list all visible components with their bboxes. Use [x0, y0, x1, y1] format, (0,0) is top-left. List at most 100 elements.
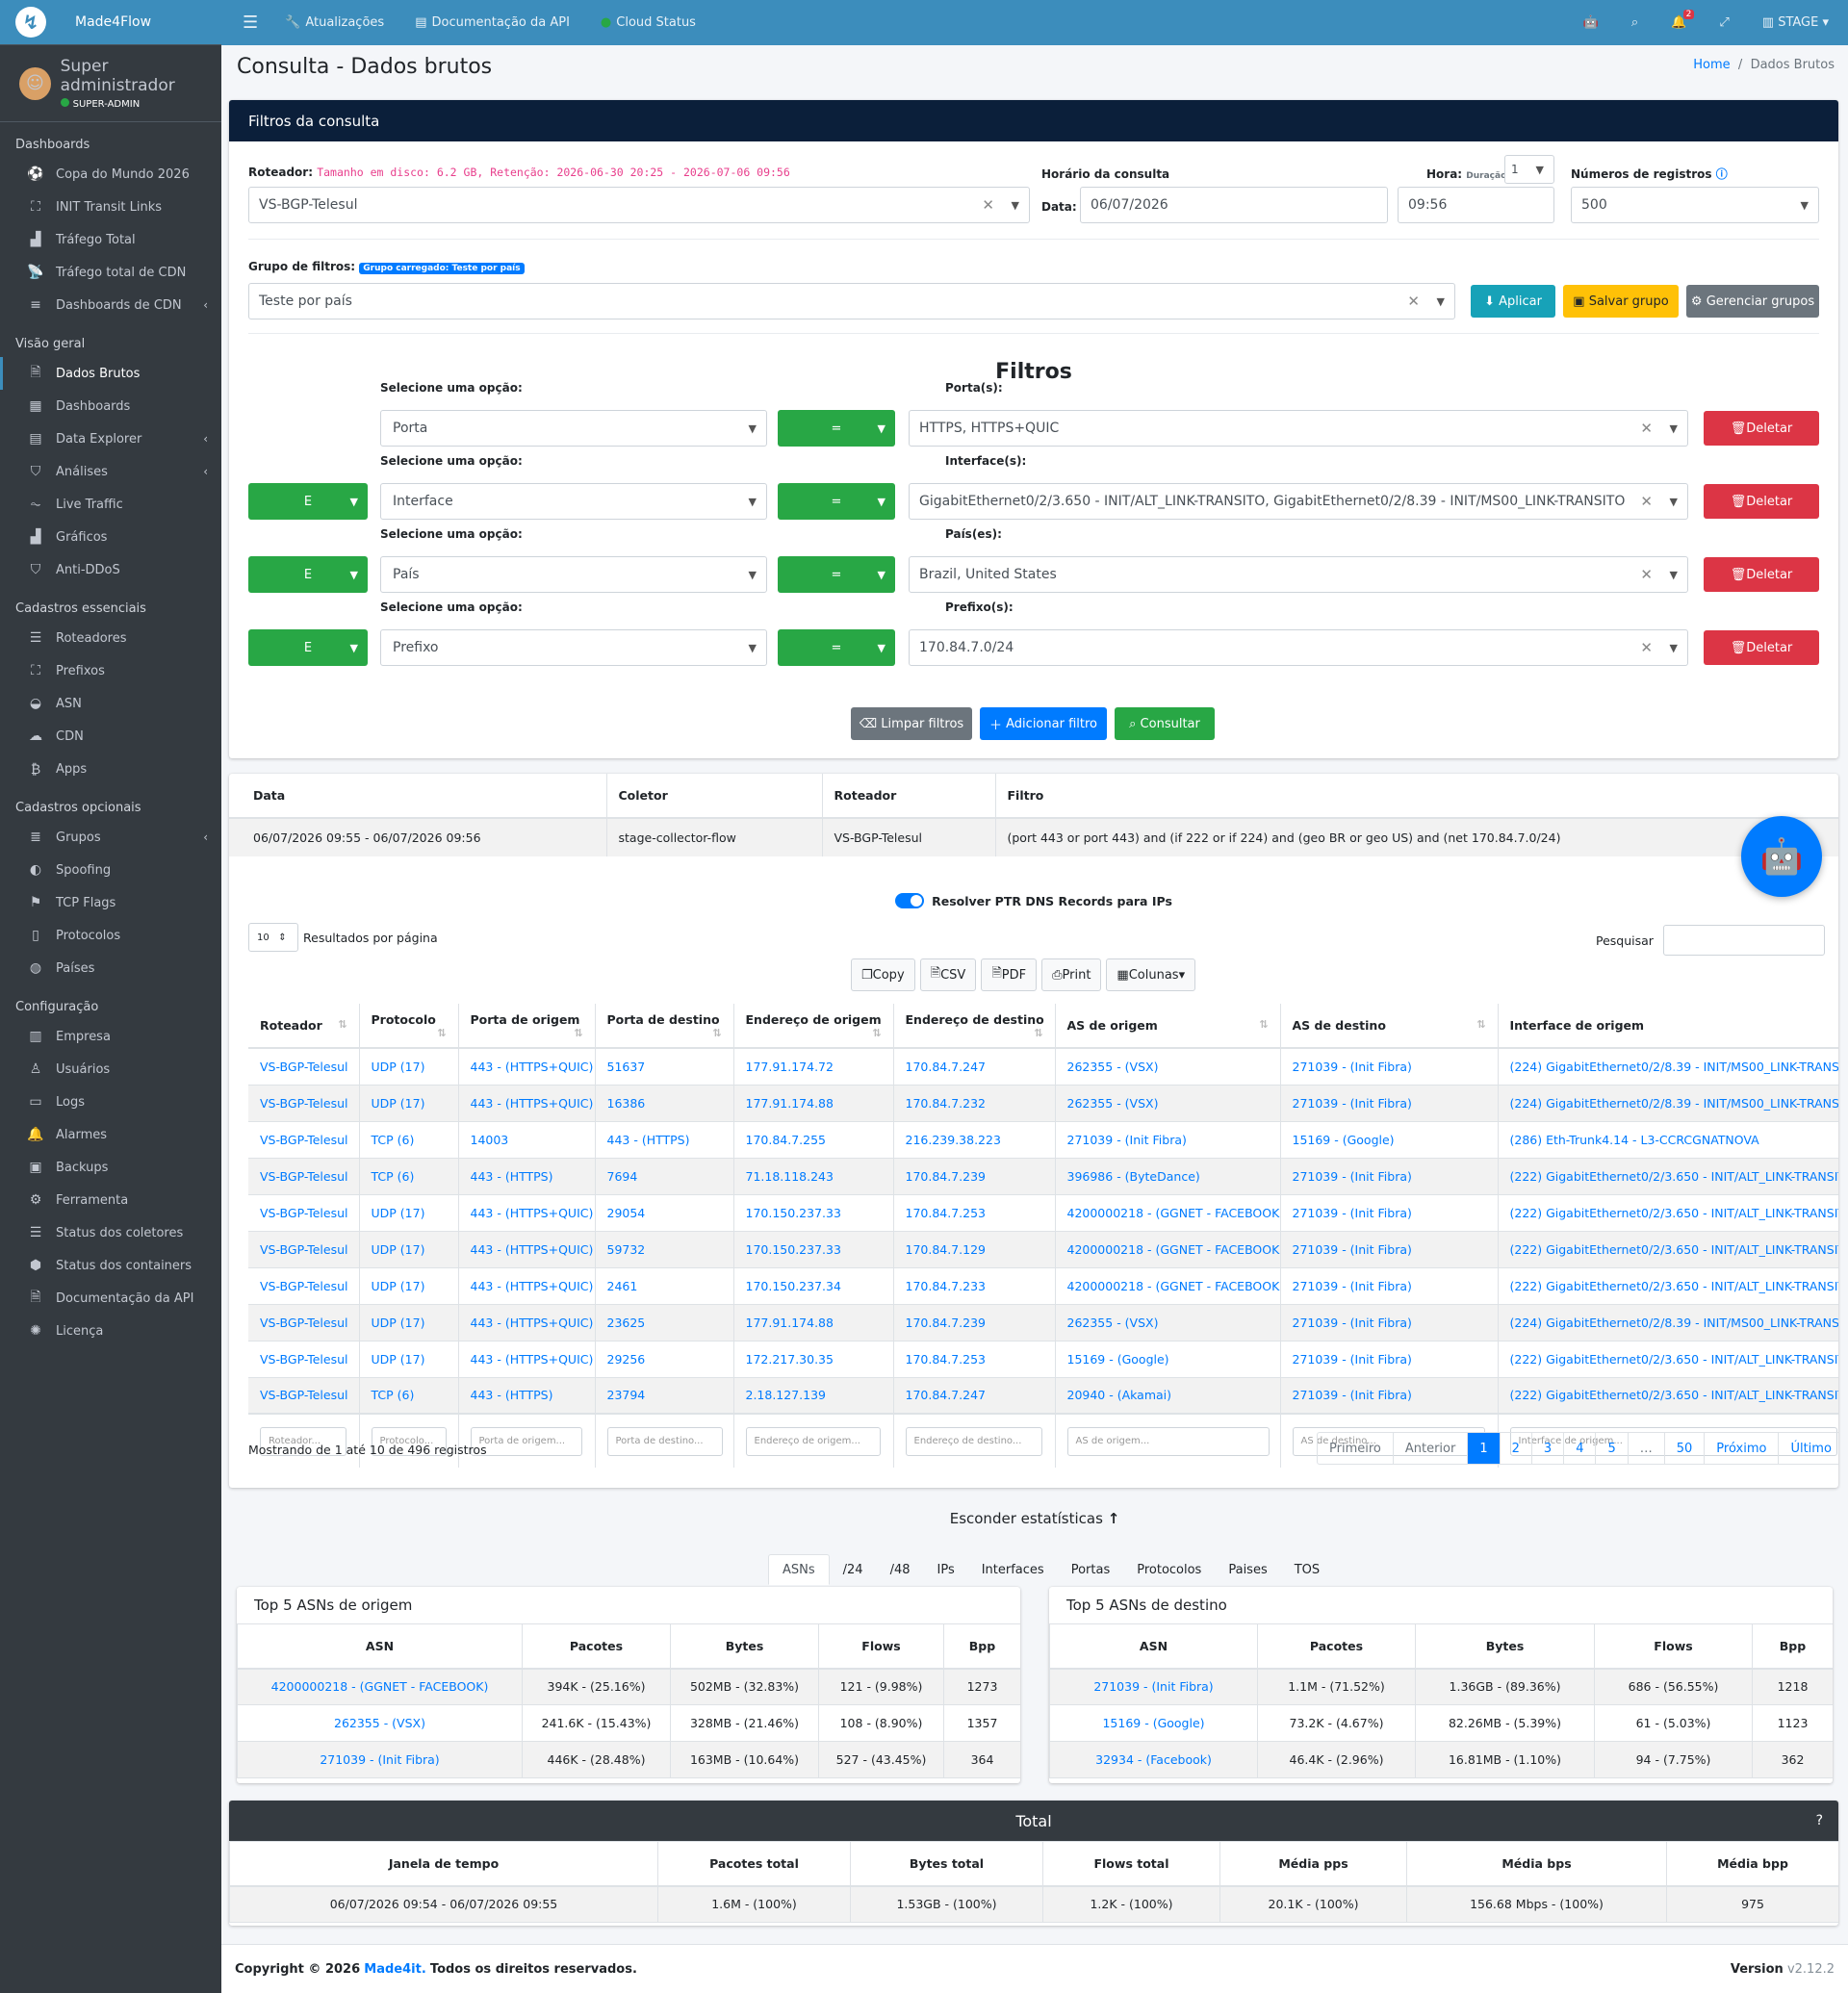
- table-cell-link[interactable]: VS-BGP-Telesul: [248, 1266, 360, 1304]
- sidebar-item[interactable]: ⛶ Prefixos: [0, 654, 221, 687]
- table-cell-link[interactable]: (224) GigabitEthernet0/2/8.39 - INIT/MS0…: [1498, 1084, 1838, 1121]
- table-cell-link[interactable]: VS-BGP-Telesul: [248, 1084, 360, 1121]
- table-cell-link[interactable]: 177.91.174.88: [733, 1303, 894, 1341]
- stats-tab[interactable]: Protocolos: [1123, 1554, 1215, 1585]
- sidebar-item[interactable]: ₿ Apps: [0, 753, 221, 785]
- table-cell-link[interactable]: 271039 - (Init Fibra): [1280, 1157, 1499, 1194]
- table-cell-link[interactable]: 170.150.237.34: [733, 1266, 894, 1304]
- table-cell-link[interactable]: (286) Eth-Trunk4.14 - L3-CCRCGNATNOVA: [1498, 1120, 1838, 1158]
- column-header[interactable]: Porta de destino ⇅: [595, 1004, 734, 1049]
- date-input[interactable]: 06/07/2026: [1080, 187, 1388, 223]
- table-cell-link[interactable]: 170.84.7.129: [893, 1230, 1056, 1267]
- query-button[interactable]: ⌕ Consultar: [1115, 707, 1215, 740]
- help-icon[interactable]: ?: [1816, 1813, 1823, 1828]
- clear-filters-button[interactable]: ⌫ Limpar filtros: [851, 707, 972, 740]
- table-cell-link[interactable]: 177.91.174.88: [733, 1084, 894, 1121]
- stats-toggle[interactable]: Esconder estatísticas ↑: [221, 1510, 1848, 1527]
- table-cell-link[interactable]: UDP (17): [359, 1230, 459, 1267]
- asn-link[interactable]: 15169 - (Google): [1102, 1716, 1204, 1730]
- sidebar-item[interactable]: ▤ Data Explorer ‹: [0, 422, 221, 455]
- table-cell-link[interactable]: 271039 - (Init Fibra): [1280, 1193, 1499, 1231]
- group-select[interactable]: Teste por país ✕ ▼: [248, 283, 1455, 319]
- stats-tab[interactable]: /48: [877, 1554, 924, 1585]
- value-select[interactable]: HTTPS, HTTPS+QUIC ✕ ▼: [909, 410, 1688, 447]
- page-link[interactable]: 2: [1501, 1433, 1532, 1464]
- asn-link[interactable]: 262355 - (VSX): [334, 1716, 425, 1730]
- column-filter-input[interactable]: Porta de destino...: [606, 1426, 723, 1456]
- table-cell-link[interactable]: UDP (17): [359, 1084, 459, 1121]
- table-cell-link[interactable]: 29054: [595, 1193, 734, 1231]
- sidebar-item[interactable]: ▦ Dashboards: [0, 390, 221, 422]
- page-link[interactable]: Próximo: [1705, 1433, 1780, 1464]
- stats-tab[interactable]: IPs: [924, 1554, 968, 1585]
- sidebar-item[interactable]: ♙ Usuários: [0, 1053, 221, 1086]
- table-cell-link[interactable]: 443 - (HTTPS+QUIC): [458, 1303, 596, 1341]
- ptr-toggle[interactable]: [895, 893, 925, 908]
- sidebar-item[interactable]: ◍ Países: [0, 952, 221, 984]
- page-link[interactable]: Primeiro: [1318, 1433, 1394, 1464]
- table-cell-link[interactable]: 216.239.38.223: [893, 1120, 1056, 1158]
- table-cell-link[interactable]: UDP (17): [359, 1193, 459, 1231]
- table-cell-link[interactable]: 170.84.7.255: [733, 1120, 894, 1158]
- table-cell-link[interactable]: 262355 - (VSX): [1055, 1084, 1281, 1121]
- page-link[interactable]: 5: [1596, 1433, 1629, 1464]
- table-cell-link[interactable]: UDP (17): [359, 1047, 459, 1085]
- value-select[interactable]: Brazil, United States ✕ ▼: [909, 556, 1688, 593]
- table-cell-link[interactable]: VS-BGP-Telesul: [248, 1340, 360, 1377]
- table-cell-link[interactable]: 443 - (HTTPS+QUIC): [458, 1047, 596, 1085]
- table-cell-link[interactable]: VS-BGP-Telesul: [248, 1157, 360, 1194]
- duration-select[interactable]: 1 ▼: [1504, 155, 1554, 184]
- sidebar-item[interactable]: ✺ Licença: [0, 1315, 221, 1347]
- table-cell-link[interactable]: 443 - (HTTPS+QUIC): [458, 1266, 596, 1304]
- table-cell-link[interactable]: (222) GigabitEthernet0/2/3.650 - INIT/AL…: [1498, 1157, 1838, 1194]
- table-cell-link[interactable]: 262355 - (VSX): [1055, 1047, 1281, 1085]
- table-cell-link[interactable]: TCP (6): [359, 1376, 459, 1414]
- table-cell-link[interactable]: 23794: [595, 1376, 734, 1414]
- router-select[interactable]: VS-BGP-Telesul ✕ ▼: [248, 187, 1030, 223]
- breadcrumb-home[interactable]: Home: [1693, 58, 1730, 72]
- table-cell-link[interactable]: (222) GigabitEthernet0/2/3.650 - INIT/AL…: [1498, 1193, 1838, 1231]
- table-cell-link[interactable]: (222) GigabitEthernet0/2/3.650 - INIT/AL…: [1498, 1376, 1838, 1414]
- table-cell-link[interactable]: 271039 - (Init Fibra): [1280, 1340, 1499, 1377]
- page-length-select[interactable]: 10 ⇕: [248, 923, 298, 952]
- column-header[interactable]: Protocolo ⇅: [359, 1004, 459, 1049]
- table-cell-link[interactable]: 14003: [458, 1120, 596, 1158]
- table-cell-link[interactable]: VS-BGP-Telesul: [248, 1376, 360, 1414]
- table-cell-link[interactable]: 443 - (HTTPS+QUIC): [458, 1084, 596, 1121]
- table-cell-link[interactable]: 271039 - (Init Fibra): [1280, 1047, 1499, 1085]
- table-cell-link[interactable]: 170.84.7.232: [893, 1084, 1056, 1121]
- table-cell-link[interactable]: 4200000218 - (GGNET - FACEBOOK): [1055, 1266, 1281, 1304]
- clear-icon[interactable]: ✕: [1640, 566, 1653, 583]
- table-cell-link[interactable]: 170.84.7.253: [893, 1193, 1056, 1231]
- apply-button[interactable]: ⬇ Aplicar: [1471, 285, 1555, 318]
- sidebar-item[interactable]: ◐ Spoofing: [0, 854, 221, 886]
- cloud-status-link[interactable]: ● Cloud Status: [601, 15, 696, 30]
- column-filter-input[interactable]: AS de origem...: [1066, 1426, 1270, 1456]
- value-select[interactable]: GigabitEthernet0/2/3.650 - INIT/ALT_LINK…: [909, 483, 1688, 520]
- operator-select[interactable]: = ▼: [778, 410, 895, 447]
- add-filter-button[interactable]: ＋ Adicionar filtro: [980, 707, 1107, 740]
- asn-link[interactable]: 271039 - (Init Fibra): [320, 1752, 439, 1767]
- delete-filter-button[interactable]: 🗑 Deletar: [1704, 557, 1819, 592]
- clear-icon[interactable]: ✕: [1407, 293, 1420, 310]
- table-cell-link[interactable]: 15169 - (Google): [1280, 1120, 1499, 1158]
- table-cell-link[interactable]: 443 - (HTTPS): [595, 1120, 734, 1158]
- robot-icon[interactable]: 🤖: [1583, 15, 1599, 30]
- value-select[interactable]: 170.84.7.0/24 ✕ ▼: [909, 629, 1688, 666]
- page-link[interactable]: 1: [1468, 1433, 1501, 1464]
- table-cell-link[interactable]: 271039 - (Init Fibra): [1055, 1120, 1281, 1158]
- column-header[interactable]: Endereço de destino ⇅: [893, 1004, 1056, 1049]
- sidebar-item[interactable]: ≣ Grupos ‹: [0, 821, 221, 854]
- clear-icon[interactable]: ✕: [982, 196, 994, 214]
- table-cell-link[interactable]: 271039 - (Init Fibra): [1280, 1376, 1499, 1414]
- table-cell-link[interactable]: (222) GigabitEthernet0/2/3.650 - INIT/AL…: [1498, 1266, 1838, 1304]
- sidebar-item[interactable]: ⛉ Anti-DDoS: [0, 553, 221, 586]
- table-cell-link[interactable]: 170.84.7.233: [893, 1266, 1056, 1304]
- column-header[interactable]: Roteador ⇅: [248, 1004, 360, 1049]
- table-cell-link[interactable]: 170.84.7.253: [893, 1340, 1056, 1377]
- column-header[interactable]: Interface de origem: [1498, 1004, 1838, 1049]
- page-link[interactable]: Último: [1779, 1433, 1838, 1464]
- sidebar-item[interactable]: ⛉ Análises ‹: [0, 455, 221, 488]
- sidebar-item[interactable]: ⚑ TCP Flags: [0, 886, 221, 919]
- column-header[interactable]: AS de destino ⇅: [1280, 1004, 1499, 1049]
